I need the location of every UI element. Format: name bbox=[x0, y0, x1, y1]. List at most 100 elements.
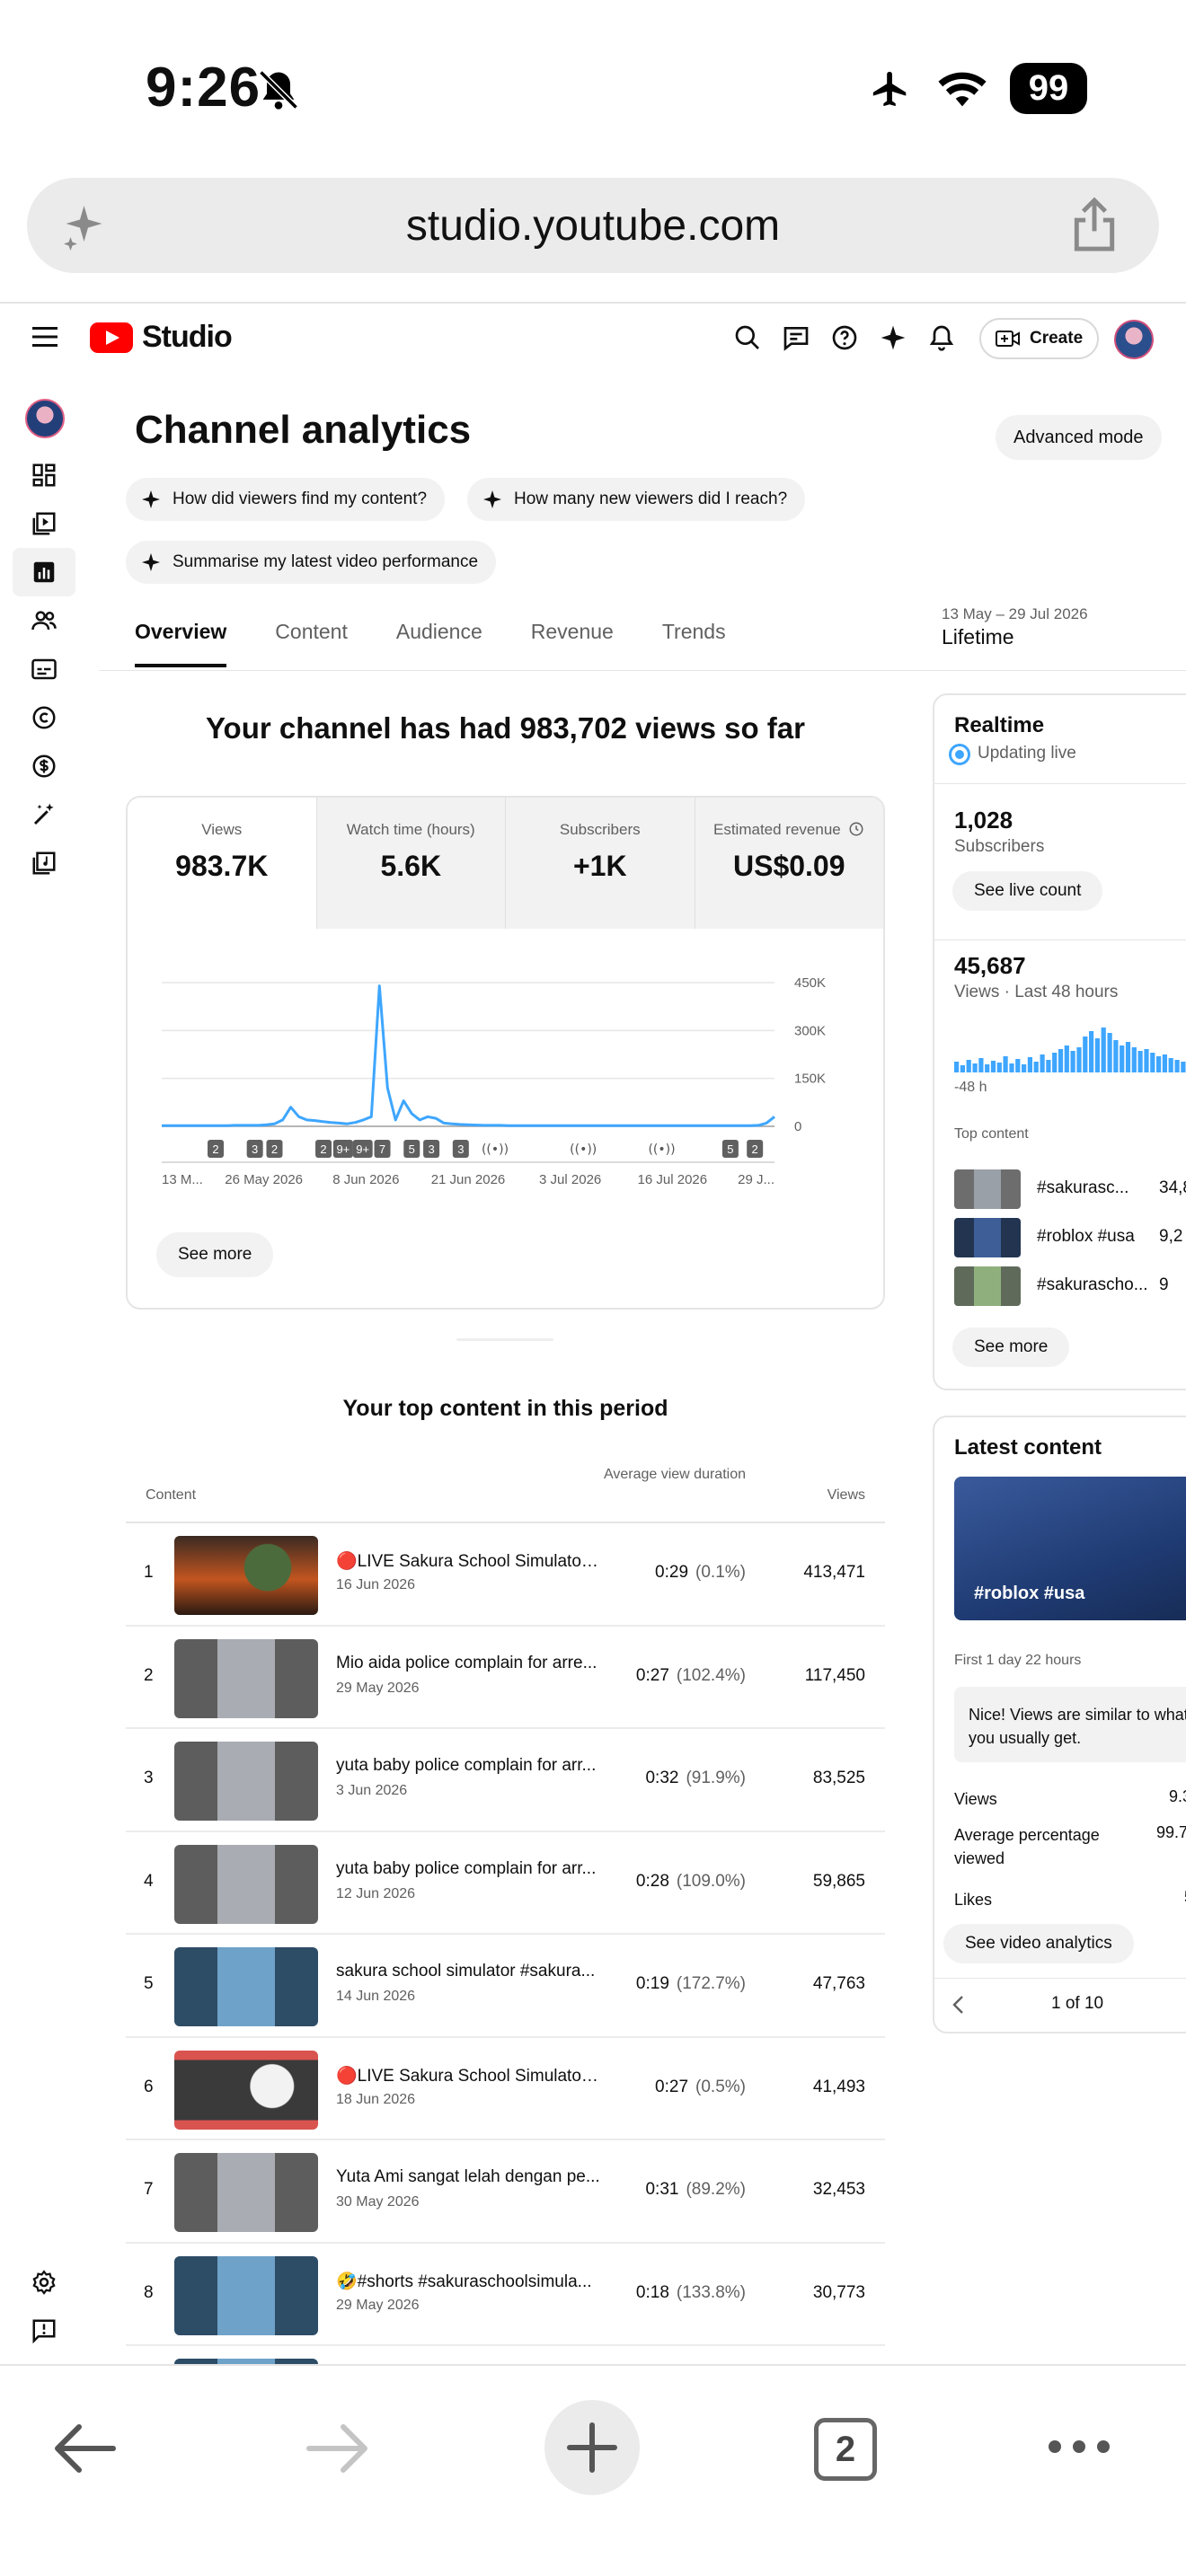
video-title[interactable]: Yuta Ami sangat lelah dengan pe... bbox=[336, 2167, 602, 2187]
views-line-chart[interactable]: 450K300K150K02 3 2 2 9+ 9+ 7 5 3 3 ((•)) ((•)) ((•))… bbox=[155, 965, 873, 1189]
realtime-top-item[interactable]: #sakurascho... 9 bbox=[954, 1266, 1186, 1308]
nav-dashboard[interactable] bbox=[13, 451, 75, 499]
date-range-picker[interactable]: Lifetime bbox=[942, 625, 1014, 649]
table-row[interactable]: 5 sakura school simulator #sakura... 14 Ju… bbox=[126, 1935, 885, 2038]
video-title[interactable]: yuta baby police complain for arr... bbox=[336, 1859, 602, 1879]
realtime-bar bbox=[985, 1064, 990, 1072]
tabs-button[interactable]: 2 bbox=[814, 2418, 877, 2481]
nav-customisation[interactable] bbox=[13, 790, 75, 839]
stat-label: Average percentage viewed bbox=[954, 1826, 1100, 1867]
video-views: 59,865 bbox=[812, 1871, 865, 1891]
nav-analytics[interactable] bbox=[13, 548, 75, 596]
table-row[interactable]: 6 🔴LIVE Sakura School Simulator ... 18 Jun… bbox=[126, 2038, 885, 2140]
video-title[interactable]: 🤣#shorts #sakuraschoolsimula... bbox=[336, 2271, 602, 2292]
video-views: 32,453 bbox=[812, 2180, 865, 2199]
chevron-left-icon[interactable] bbox=[951, 1994, 967, 2016]
account-avatar[interactable] bbox=[1114, 320, 1154, 359]
see-video-analytics-button[interactable]: See video analytics bbox=[943, 1924, 1134, 1963]
video-date: 29 May 2026 bbox=[336, 2297, 420, 2313]
overview-see-more-button[interactable]: See more bbox=[156, 1232, 274, 1277]
metric-tab-watch-time[interactable]: Watch time (hours) 5.6K bbox=[316, 798, 506, 929]
suggestion-chip-summarise[interactable]: Summarise my latest video performance bbox=[126, 541, 497, 584]
video-thumbnail[interactable] bbox=[174, 1638, 318, 1718]
nav-subtitles[interactable] bbox=[13, 645, 75, 693]
settings-gear-icon bbox=[32, 2270, 56, 2295]
table-row[interactable]: 4 yuta baby police complain for arr... 12 … bbox=[126, 1832, 885, 1935]
top-content-title: Your top content in this period bbox=[342, 1396, 668, 1421]
table-row[interactable]: 8 🤣#shorts #sakuraschoolsimula... 29 May 2… bbox=[126, 2244, 885, 2346]
metric-tab-subscribers[interactable]: Subscribers +1K bbox=[506, 798, 695, 929]
video-thumbnail[interactable] bbox=[174, 2153, 318, 2232]
nav-earn[interactable] bbox=[13, 742, 75, 790]
video-thumbnail[interactable] bbox=[174, 2255, 318, 2335]
create-label: Create bbox=[1030, 329, 1084, 348]
video-title[interactable]: 🔴LIVE Sakura School Simulator ... bbox=[336, 1550, 602, 1572]
forward-arrow-icon[interactable] bbox=[304, 2422, 372, 2475]
tab-audience[interactable]: Audience bbox=[396, 620, 482, 667]
divider bbox=[934, 783, 1186, 784]
latest-video-thumbnail[interactable]: #roblox #usa bbox=[954, 1477, 1186, 1620]
nav-audio-library[interactable] bbox=[13, 839, 75, 887]
video-thumbnail[interactable] bbox=[174, 1536, 318, 1615]
nav-content[interactable] bbox=[13, 499, 75, 548]
realtime-bar bbox=[1113, 1040, 1119, 1072]
search-icon[interactable] bbox=[733, 323, 762, 352]
see-live-count-button[interactable]: See live count bbox=[952, 871, 1103, 911]
upload-marker-label: 2 bbox=[212, 1142, 218, 1156]
advanced-mode-button[interactable]: Advanced mode bbox=[996, 415, 1162, 460]
avd-percentage: (172.7%) bbox=[676, 1974, 746, 1993]
video-thumbnail[interactable] bbox=[174, 1742, 318, 1821]
video-thumbnail[interactable] bbox=[174, 1947, 318, 2026]
ai-sparkle-icon[interactable] bbox=[879, 323, 907, 352]
video-thumbnail[interactable] bbox=[174, 2050, 318, 2130]
upload-marker-label: 3 bbox=[457, 1142, 464, 1156]
ai-sparkle-icon bbox=[483, 490, 501, 508]
nav-settings[interactable] bbox=[13, 2258, 75, 2307]
share-icon[interactable] bbox=[1067, 196, 1121, 253]
video-date: 18 Jun 2026 bbox=[336, 2091, 416, 2107]
metric-value: +1K bbox=[572, 850, 627, 882]
upload-marker-label: 5 bbox=[409, 1142, 415, 1156]
video-title[interactable]: yuta baby police complain for arr... bbox=[336, 1756, 602, 1776]
feedback-comment-icon[interactable] bbox=[782, 323, 810, 352]
tab-trends[interactable]: Trends bbox=[662, 620, 726, 667]
metric-tab-views[interactable]: Views 983.7K bbox=[128, 798, 317, 929]
realtime-top-item[interactable]: #sakurasc... 34,8 bbox=[954, 1169, 1186, 1211]
help-icon[interactable] bbox=[830, 323, 859, 352]
video-title[interactable]: sakura school simulator #sakura... bbox=[336, 1962, 602, 1981]
suggestion-chip-new-viewers[interactable]: How many new viewers did I reach? bbox=[467, 478, 806, 521]
channel-avatar[interactable] bbox=[25, 399, 65, 438]
create-button[interactable]: Create bbox=[979, 318, 1100, 359]
tab-content[interactable]: Content bbox=[275, 620, 348, 667]
table-row[interactable]: 1 🔴LIVE Sakura School Simulator ... 16 Jun… bbox=[126, 1523, 885, 1627]
back-arrow-icon[interactable] bbox=[50, 2422, 119, 2475]
tab-overview[interactable]: Overview bbox=[135, 620, 227, 667]
nav-copyright[interactable] bbox=[13, 693, 75, 742]
realtime-see-more-button[interactable]: See more bbox=[952, 1328, 1070, 1367]
tab-revenue[interactable]: Revenue bbox=[531, 620, 614, 667]
realtime-bar-chart[interactable] bbox=[954, 1026, 1186, 1072]
menu-icon[interactable] bbox=[32, 327, 58, 347]
date-range-text[interactable]: 13 May – 29 Jul 2026 bbox=[942, 605, 1088, 623]
realtime-bar bbox=[1120, 1045, 1125, 1072]
upload-marker-label: 2 bbox=[752, 1142, 758, 1156]
video-title[interactable]: Mio aida police complain for arre... bbox=[336, 1654, 602, 1673]
suggestion-chip-viewers-source[interactable]: How did viewers find my content? bbox=[126, 478, 446, 521]
realtime-top-item[interactable]: #roblox #usa 9,2 bbox=[954, 1218, 1186, 1259]
new-tab-button[interactable] bbox=[544, 2400, 640, 2495]
video-title[interactable]: 🔴LIVE Sakura School Simulator ... bbox=[336, 2065, 602, 2086]
table-row[interactable]: 2 Mio aida police complain for arre... 29 … bbox=[126, 1627, 885, 1729]
metric-tab-revenue[interactable]: Estimated revenue US$0.09 bbox=[695, 798, 883, 929]
nav-community[interactable] bbox=[13, 596, 75, 645]
address-bar[interactable]: studio.youtube.com bbox=[27, 178, 1159, 273]
url-text[interactable]: studio.youtube.com bbox=[27, 201, 1159, 251]
notifications-bell-icon[interactable] bbox=[927, 323, 956, 352]
table-row[interactable]: 7 Yuta Ami sangat lelah dengan pe... 30 Ma… bbox=[126, 2140, 885, 2244]
studio-logo[interactable]: Studio bbox=[90, 320, 233, 355]
video-thumbnail[interactable] bbox=[174, 1844, 318, 1924]
nav-send-feedback[interactable] bbox=[13, 2307, 75, 2355]
table-row[interactable]: 3 yuta baby police complain for arr... 3 J… bbox=[126, 1729, 885, 1832]
metric-value: 5.6K bbox=[380, 850, 442, 882]
copyright-icon bbox=[32, 706, 56, 729]
more-options-icon[interactable] bbox=[1046, 2438, 1112, 2456]
